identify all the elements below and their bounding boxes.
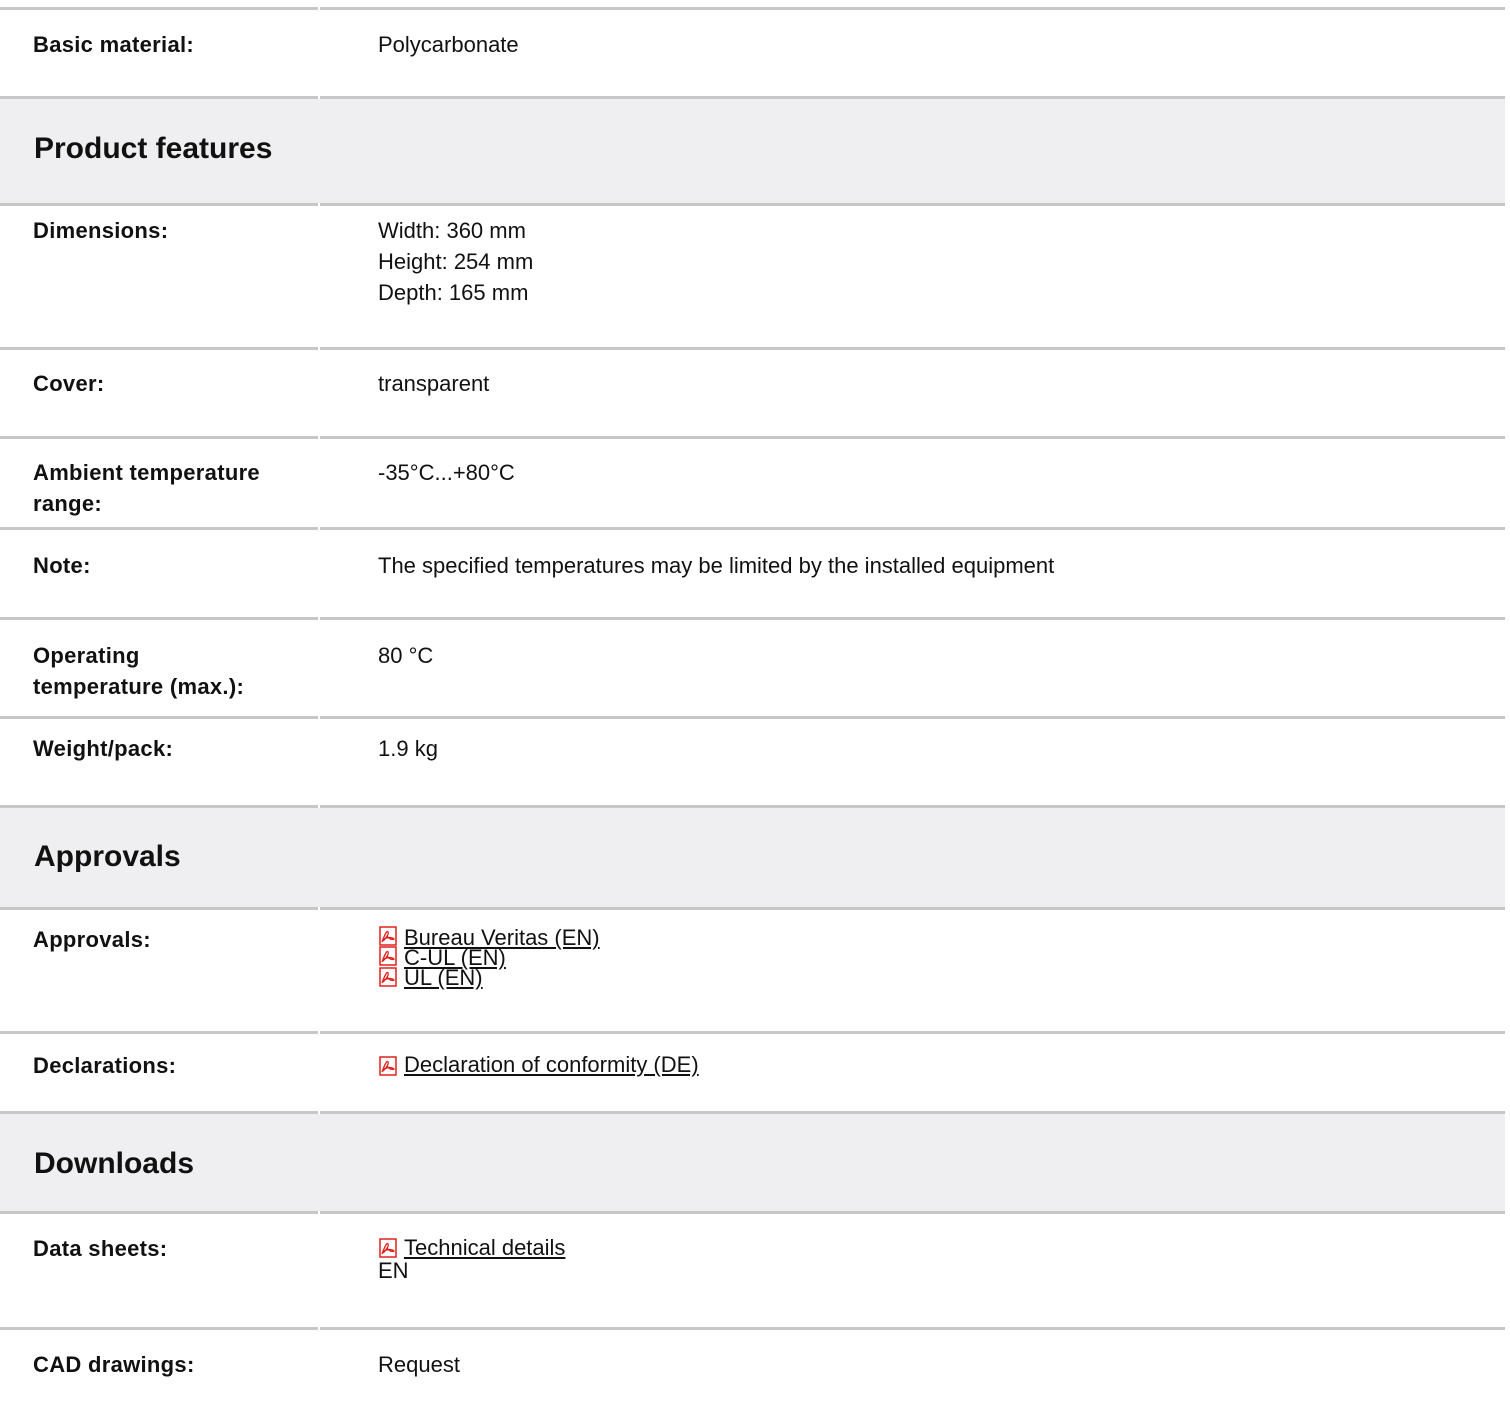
row-separator <box>0 617 1505 620</box>
row-separator <box>0 203 1505 206</box>
cad-drawings-label: CAD drawings: <box>33 1352 195 1377</box>
dimensions-label: Dimensions: <box>33 218 169 243</box>
row-separator <box>0 347 1505 350</box>
pdf-icon <box>378 1236 398 1258</box>
row-separator <box>0 7 1505 10</box>
data-sheet-language: EN <box>378 1258 409 1283</box>
cover-value: transparent <box>378 371 490 396</box>
approval-link-ul[interactable]: UL (EN) <box>378 966 600 989</box>
basic-material-label: Basic material: <box>33 32 195 57</box>
operating-temperature-value: 80 °C <box>378 643 434 668</box>
data-sheets-value: Technical details EN <box>378 1233 566 1283</box>
row-separator <box>0 436 1505 439</box>
declarations-links: Declaration of conformity (DE) <box>378 1049 699 1080</box>
section-title: Product features <box>34 132 273 165</box>
note-label: Note: <box>33 553 91 578</box>
weight-value: 1.9 kg <box>378 736 438 761</box>
spec-sheet: Basic material: Polycarbonate Product fe… <box>0 0 1505 1415</box>
dimensions-value: Width: 360 mm Height: 254 mm Depth: 165 … <box>378 215 533 308</box>
basic-material-value: Polycarbonate <box>378 32 519 57</box>
note-value: The specified temperatures may be limite… <box>378 553 1055 578</box>
declarations-label: Declarations: <box>33 1053 177 1078</box>
section-approvals: Approvals <box>0 808 1505 907</box>
technical-details-label: Technical details <box>404 1235 566 1260</box>
row-separator <box>0 1031 1505 1034</box>
section-product-features: Product features <box>0 99 1505 203</box>
dimension-width: Width: 360 mm <box>378 218 526 243</box>
row-separator <box>0 716 1505 719</box>
dimension-depth: Depth: 165 mm <box>378 280 529 305</box>
row-separator <box>0 1327 1505 1330</box>
ambient-temperature-label-line2: range: <box>33 491 103 516</box>
operating-temperature-label-line2: temperature (max.): <box>33 674 245 699</box>
row-separator <box>0 907 1505 910</box>
cad-drawings-value[interactable]: Request <box>378 1349 460 1380</box>
pdf-icon <box>378 946 398 967</box>
ambient-temperature-label-line1: Ambient temperature <box>33 460 260 485</box>
declaration-of-conformity-link[interactable]: Declaration of conformity (DE) <box>378 1049 699 1080</box>
weight-label: Weight/pack: <box>33 736 174 761</box>
ambient-temperature-value: -35°C...+80°C <box>378 460 515 485</box>
pdf-icon <box>378 926 398 946</box>
declaration-link-label: Declaration of conformity (DE) <box>404 1052 699 1077</box>
pdf-icon <box>378 966 398 987</box>
dimension-height: Height: 254 mm <box>378 249 534 274</box>
operating-temperature-label: Operating temperature (max.): <box>33 640 318 702</box>
approvals-label: Approvals: <box>33 927 151 952</box>
section-title: Downloads <box>34 1147 195 1180</box>
section-title: Approvals <box>34 840 181 873</box>
approval-link-label: UL (EN) <box>404 965 483 991</box>
operating-temperature-label-line1: Operating <box>33 643 140 668</box>
section-downloads: Downloads <box>0 1114 1505 1211</box>
ambient-temperature-label: Ambient temperature range: <box>33 457 318 519</box>
data-sheets-label: Data sheets: <box>33 1236 168 1261</box>
cover-label: Cover: <box>33 371 105 396</box>
pdf-icon <box>378 1053 398 1076</box>
row-separator <box>0 527 1505 530</box>
row-separator <box>0 1211 1505 1214</box>
approvals-links: Bureau Veritas (EN) C-UL (EN) UL (EN) <box>378 926 600 990</box>
